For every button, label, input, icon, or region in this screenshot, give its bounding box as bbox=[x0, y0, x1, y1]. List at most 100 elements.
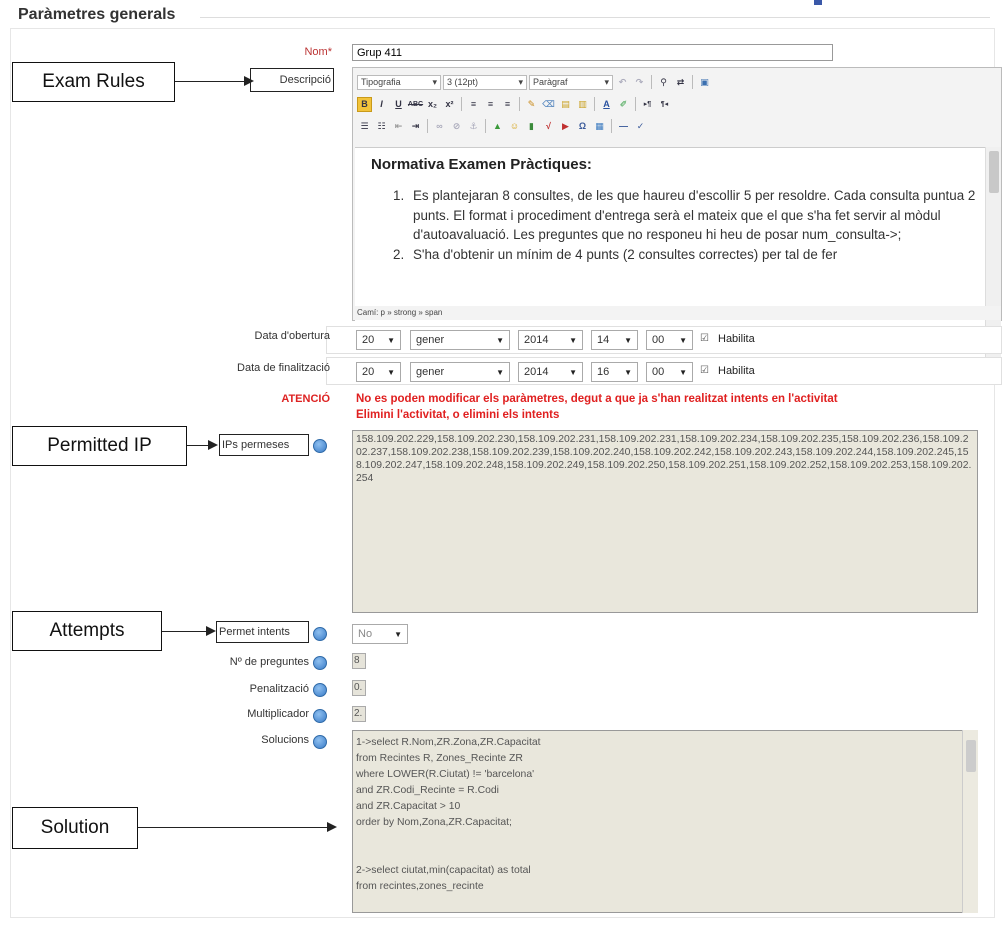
rule-text: S'ha d'obtenir un mínim de 4 punts (2 co… bbox=[413, 246, 838, 262]
nonbreaking-icon[interactable]: ▮ bbox=[524, 119, 539, 134]
close-year-select[interactable]: 2014 ▼ bbox=[518, 362, 583, 382]
scroll-thumb[interactable] bbox=[966, 740, 976, 772]
align-center-icon[interactable]: ≡ bbox=[483, 97, 498, 112]
ltr-icon[interactable]: ▸¶ bbox=[640, 97, 655, 112]
image-icon[interactable]: ▲ bbox=[490, 119, 505, 134]
close-hour-select[interactable]: 16 ▼ bbox=[591, 362, 638, 382]
rule-number: 2. bbox=[393, 246, 405, 262]
annotation-permitted-ip: Permitted IP bbox=[12, 426, 187, 466]
rule-text: Es plantejaran 8 consultes, de les que h… bbox=[413, 188, 976, 242]
chevron-down-icon: ▼ bbox=[496, 335, 504, 345]
open-enable-checkbox[interactable]: ☑ bbox=[700, 333, 709, 344]
find-icon[interactable]: ⚲ bbox=[656, 75, 671, 90]
open-day-select[interactable]: 20 ▼ bbox=[356, 330, 401, 350]
cleanup-icon[interactable]: ✎ bbox=[524, 97, 539, 112]
help-icon[interactable] bbox=[313, 709, 327, 723]
chevron-down-icon: ▾ bbox=[518, 76, 523, 87]
highlight-icon[interactable]: ✐ bbox=[616, 97, 631, 112]
paste-icon[interactable]: ▤ bbox=[558, 97, 573, 112]
open-year-select[interactable]: 2014 ▼ bbox=[518, 330, 583, 350]
annotation-attempts: Attempts bbox=[12, 611, 162, 651]
penalty-input[interactable]: 0. bbox=[352, 680, 366, 696]
spellcheck-icon[interactable]: ✓ bbox=[633, 119, 648, 134]
font-size-select[interactable]: 3 (12pt) ▾ bbox=[443, 74, 527, 90]
numbering-icon[interactable]: ☷ bbox=[374, 119, 389, 134]
editor-path-bar: Camí: p » strong » span bbox=[355, 306, 1001, 320]
text-color-icon[interactable]: A bbox=[599, 97, 614, 112]
scroll-thumb[interactable] bbox=[989, 151, 999, 193]
help-icon[interactable] bbox=[313, 683, 327, 697]
close-minute-value: 00 bbox=[652, 366, 665, 378]
help-icon[interactable] bbox=[313, 656, 327, 670]
solutions-textarea[interactable]: 1->select R.Nom,ZR.Zona,ZR.Capacitat fro… bbox=[352, 730, 978, 913]
open-month-value: gener bbox=[416, 334, 445, 346]
open-hour-value: 14 bbox=[597, 334, 610, 346]
open-minute-select[interactable]: 00 ▼ bbox=[646, 330, 693, 350]
annotation-arrow-line bbox=[162, 631, 207, 632]
italic-button[interactable]: I bbox=[374, 97, 389, 112]
equation-icon[interactable]: √ bbox=[541, 119, 556, 134]
rtl-icon[interactable]: ¶◂ bbox=[657, 97, 672, 112]
paste-word-icon[interactable]: ▥ bbox=[575, 97, 590, 112]
align-right-icon[interactable]: ≡ bbox=[500, 97, 515, 112]
attempts-select[interactable]: No ▼ bbox=[352, 624, 408, 644]
superscript-button[interactable]: x² bbox=[442, 97, 457, 112]
fullscreen-icon[interactable]: ▣ bbox=[697, 75, 712, 90]
editor-toolbar-row-1: Tipografia ▾ 3 (12pt) ▾ Paràgraf ▾ ↶ ↷ ⚲ ⇄ … bbox=[357, 72, 712, 92]
ips-textarea[interactable]: 158.109.202.229,158.109.202.230,158.109.… bbox=[352, 430, 978, 613]
link-icon[interactable]: ∞ bbox=[432, 119, 447, 134]
undo-icon[interactable]: ↶ bbox=[615, 75, 630, 90]
attempts-value: No bbox=[358, 628, 373, 640]
chevron-down-icon: ▼ bbox=[569, 335, 577, 345]
open-hour-select[interactable]: 14 ▼ bbox=[591, 330, 638, 350]
hr-icon[interactable]: — bbox=[616, 119, 631, 134]
help-icon[interactable] bbox=[313, 735, 327, 749]
align-left-icon[interactable]: ≡ bbox=[466, 97, 481, 112]
close-minute-select[interactable]: 00 ▼ bbox=[646, 362, 693, 382]
help-icon[interactable] bbox=[313, 627, 327, 641]
close-month-value: gener bbox=[416, 366, 445, 378]
chevron-down-icon: ▼ bbox=[387, 335, 395, 345]
font-family-select[interactable]: Tipografia ▾ bbox=[357, 74, 441, 90]
toolbar-separator bbox=[692, 75, 693, 89]
close-enable-checkbox[interactable]: ☑ bbox=[700, 365, 709, 376]
font-size-value: 3 (12pt) bbox=[447, 77, 479, 87]
close-enable-label: Habilita bbox=[718, 365, 755, 377]
underline-button[interactable]: U bbox=[391, 97, 406, 112]
format-select[interactable]: Paràgraf ▾ bbox=[529, 74, 613, 90]
editor-heading: Normativa Examen Pràctiques: bbox=[371, 156, 592, 173]
anchor-icon[interactable]: ⚓ bbox=[466, 119, 481, 134]
emoticon-icon[interactable]: ☺ bbox=[507, 119, 522, 134]
close-day-select[interactable]: 20 ▼ bbox=[356, 362, 401, 382]
warning-text-line-2: Elimini l'activitat, o elimini els inten… bbox=[356, 409, 560, 421]
chevron-down-icon: ▼ bbox=[496, 367, 504, 377]
subscript-button[interactable]: x₂ bbox=[425, 97, 440, 112]
special-char-icon[interactable]: Ω bbox=[575, 119, 590, 134]
replace-icon[interactable]: ⇄ bbox=[673, 75, 688, 90]
solutions-wrapper: 1->select R.Nom,ZR.Zona,ZR.Capacitat fro… bbox=[352, 730, 978, 913]
redo-icon[interactable]: ↷ bbox=[632, 75, 647, 90]
close-month-select[interactable]: gener ▼ bbox=[410, 362, 510, 382]
multiplier-input[interactable]: 2. bbox=[352, 706, 366, 722]
strikethrough-button[interactable]: ABC bbox=[408, 97, 423, 112]
close-year-value: 2014 bbox=[524, 366, 549, 378]
open-month-select[interactable]: gener ▼ bbox=[410, 330, 510, 350]
solutions-label: Solucions bbox=[261, 734, 309, 746]
bold-button[interactable]: B bbox=[357, 96, 372, 112]
format-value: Paràgraf bbox=[533, 77, 568, 87]
help-icon[interactable] bbox=[313, 439, 327, 453]
eraser-icon[interactable]: ⌫ bbox=[541, 97, 556, 112]
table-icon[interactable]: ▦ bbox=[592, 119, 607, 134]
chevron-down-icon: ▼ bbox=[569, 367, 577, 377]
media-icon[interactable]: ▶ bbox=[558, 119, 573, 134]
outdent-icon[interactable]: ⇤ bbox=[391, 119, 406, 134]
solutions-scrollbar[interactable] bbox=[962, 730, 978, 913]
description-editor[interactable]: Tipografia ▾ 3 (12pt) ▾ Paràgraf ▾ ↶ ↷ ⚲ ⇄ … bbox=[352, 67, 1002, 372]
indent-icon[interactable]: ⇥ bbox=[408, 119, 423, 134]
unlink-icon[interactable]: ⊘ bbox=[449, 119, 464, 134]
arrow-right-icon bbox=[327, 822, 337, 832]
toolbar-separator bbox=[485, 119, 486, 133]
name-input[interactable] bbox=[352, 44, 833, 61]
bullets-icon[interactable]: ☰ bbox=[357, 119, 372, 134]
num-questions-input[interactable]: 8 bbox=[352, 653, 366, 669]
